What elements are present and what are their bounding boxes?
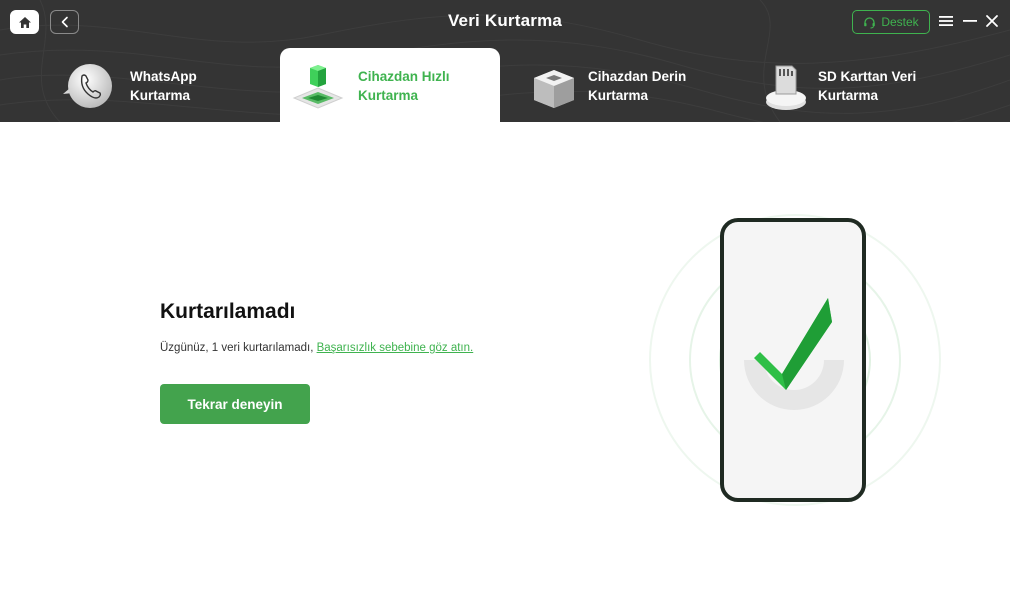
quick-scan-cube-icon (292, 65, 344, 109)
retry-button[interactable]: Tekrar deneyin (160, 384, 310, 424)
tab-label: WhatsApp Kurtarma (130, 69, 197, 103)
support-label: Destek (881, 15, 919, 29)
phone-check-icon (649, 214, 941, 506)
minimize-icon (963, 20, 977, 22)
deep-scan-box-icon (534, 70, 574, 108)
tab-label: Cihazdan Hızlı Kurtarma (358, 69, 450, 103)
tab-label: Cihazdan Derin Kurtarma (588, 69, 687, 103)
minimize-button[interactable] (961, 12, 979, 30)
whatsapp-phone-icon (63, 64, 112, 108)
close-button[interactable] (983, 12, 1001, 30)
result-message: Üzgünüz, 1 veri kurtarılamadı, Başarısız… (160, 342, 473, 354)
tab-deep-device-recovery[interactable]: Cihazdan Derin Kurtarma (510, 48, 730, 122)
failure-reason-link[interactable]: Başarısızlık sebebine göz atın. (317, 342, 474, 354)
tab-label: SD Karttan Veri Kurtarma (818, 69, 917, 103)
close-icon (986, 15, 998, 27)
result-title: Kurtarılamadı (160, 300, 296, 323)
headset-icon (864, 16, 876, 28)
result-message-text: Üzgünüz, 1 veri kurtarılamadı, (160, 342, 317, 354)
menu-icon (939, 16, 953, 26)
menu-button[interactable] (937, 12, 955, 30)
app-window: Veri Kurtarma Destek WhatsApp Kurtarma C… (0, 0, 1010, 600)
title-bar: Veri Kurtarma Destek WhatsApp Kurtarma C… (0, 0, 1010, 122)
sd-card-icon (766, 65, 806, 110)
tab-quick-device-recovery[interactable]: Cihazdan Hızlı Kurtarma (280, 48, 500, 122)
tab-whatsapp-recovery[interactable]: WhatsApp Kurtarma (52, 48, 272, 122)
tab-sd-card-recovery[interactable]: SD Karttan Veri Kurtarma (740, 48, 960, 122)
result-panel: Kurtarılamadı Üzgünüz, 1 veri kurtarılam… (0, 122, 1010, 600)
support-button[interactable]: Destek (852, 10, 930, 34)
